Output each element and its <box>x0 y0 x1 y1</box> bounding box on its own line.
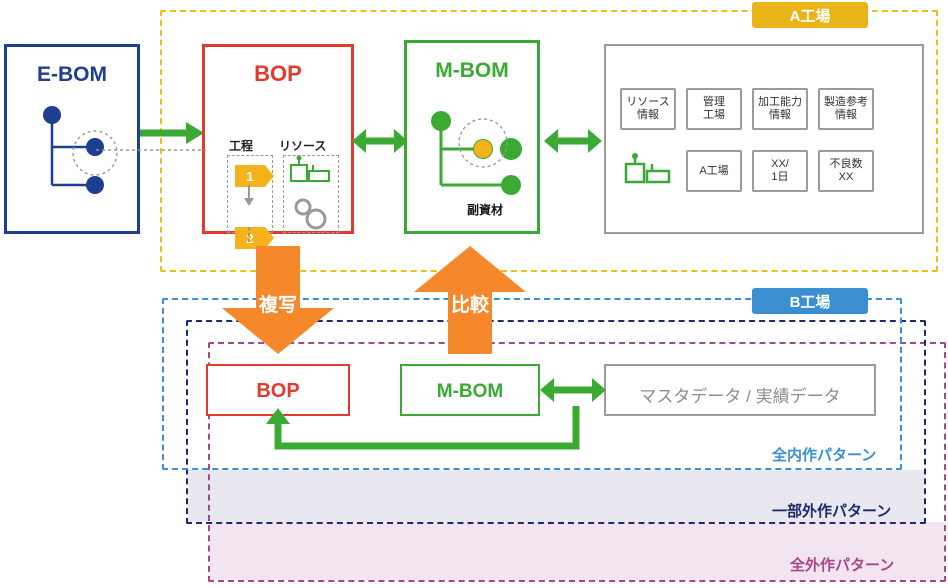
bop-step-1: 1 <box>235 165 274 187</box>
master-data-box: マスタデータ / 実績データ <box>604 364 876 416</box>
chip-line: 製造参考 <box>824 96 868 109</box>
chip-line: XX/ <box>771 158 789 171</box>
chip-line: 工場 <box>703 109 725 121</box>
chip-manufacturing-reference-info: 製造参考 情報 <box>818 88 874 130</box>
chip-managing-factory: 管理 工場 <box>686 88 742 130</box>
bop-title-top: BOP <box>254 61 302 86</box>
chip-defect-count: 不良数 XX <box>818 150 874 192</box>
chip-line: 管理 <box>703 96 725 109</box>
label-partial-outsource-pattern: 一部外作パターン <box>772 503 892 520</box>
arrow-bop-mbom <box>352 129 408 153</box>
chip-line: A工場 <box>699 164 729 177</box>
mbom-sub-material-label: 副資材 <box>467 203 504 217</box>
bop-step-connector-arrow <box>244 185 254 206</box>
compare-arrow-label: 比較 <box>450 295 489 316</box>
copy-arrow-label: 複写 <box>258 295 297 316</box>
factory-b-tab: B工場 <box>752 288 868 314</box>
master-data-title: マスタデータ / 実績データ <box>639 387 841 406</box>
chip-line: 情報 <box>835 109 857 121</box>
chip-line: 情報 <box>769 109 791 121</box>
chip-factory-a: A工場 <box>686 150 742 192</box>
resource-info-box: リソース 情報 管理 工場 加工能力 情報 製造参考 情報 A工場 XX/1日 不良数 X… <box>604 44 924 234</box>
feedback-arrow-to-bop <box>266 406 580 450</box>
mbom-box-top: M-BOM 副資材 <box>404 40 540 234</box>
bop-col-resource-label: リソース <box>279 139 327 153</box>
machine-icon <box>290 155 330 182</box>
chip-line: 加工能力 <box>758 96 802 109</box>
chip-line: XX <box>838 171 854 183</box>
ebom-box: E-BOM <box>4 44 140 234</box>
label-all-inhouse-pattern: 全内作パターン <box>772 447 877 464</box>
bop-col-process-label: 工程 <box>229 139 254 153</box>
bop-box-top: BOP 工程 リソース 1 2 <box>202 44 354 249</box>
factory-a-tab: A工場 <box>752 2 868 28</box>
machine-icon-2 <box>624 153 671 184</box>
chip-line: 不良数 <box>829 158 863 171</box>
label-all-outsource-pattern: 全外作パターン <box>790 557 895 574</box>
arrow-mbom-info <box>544 129 602 153</box>
chip-per-day: XX/1日 <box>752 150 808 192</box>
ebom-tree-graphic <box>43 106 118 194</box>
arrow-ebom-to-bop <box>140 122 204 144</box>
dotted-link-ebom-bop <box>96 149 206 151</box>
gears-icon <box>294 198 327 230</box>
chip-resource-info: リソース 情報 <box>620 88 676 130</box>
chip-line: 情報 <box>636 109 659 121</box>
chip-line: リソース <box>626 96 670 109</box>
chip-line: 1日 <box>771 171 789 183</box>
chip-capacity-info: 加工能力 情報 <box>752 88 808 130</box>
